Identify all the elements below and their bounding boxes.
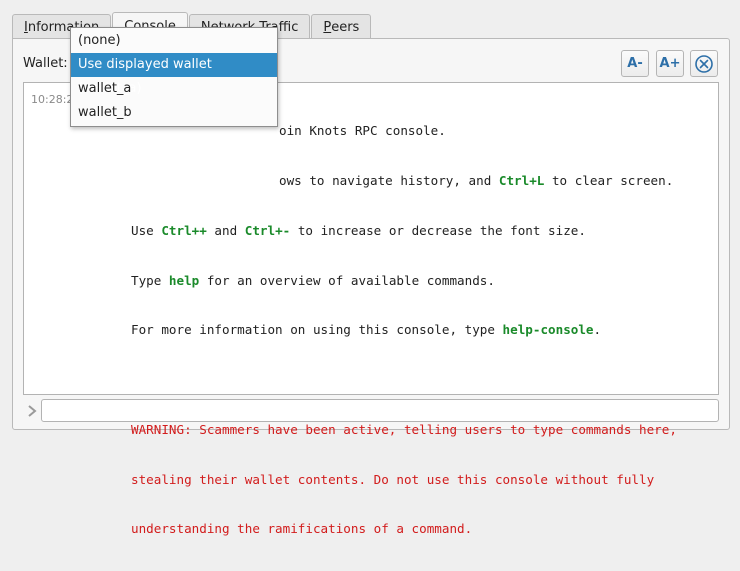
chevron-right-icon [28,405,37,417]
decrease-font-button[interactable]: A- [621,50,649,77]
welcome-line-3: Use Ctrl++ and Ctrl+- to increase or dec… [131,222,586,238]
clear-console-button[interactable] [690,50,718,77]
command-input[interactable] [41,399,719,422]
wallet-label: Wallet: [23,56,68,71]
circle-x-icon [695,54,713,73]
tab-peers-label: eers [331,19,360,35]
wallet-option-wallet-b[interactable]: wallet_b [71,101,277,125]
increase-font-button[interactable]: A+ [656,50,684,77]
welcome-message: oin Knots RPC console. ows to navigate h… [131,90,677,571]
console-output[interactable]: 10:28:2 oin Knots RPC console. ows to na… [23,82,719,536]
warning-line-1: WARNING: Scammers have been active, tell… [131,421,677,437]
tab-peers-accel: P [323,19,332,35]
tab-peers[interactable]: Peers [311,14,372,39]
message-timestamp: 10:28:2 [31,93,74,106]
wallet-option-wallet-a[interactable]: wallet_a [71,77,277,101]
welcome-line-5: For more information on using this conso… [131,322,602,338]
increase-font-label: A+ [659,56,681,71]
wallet-option-none[interactable]: (none) [71,29,277,53]
wallet-option-displayed[interactable]: Use displayed wallet (wallet_a) [71,53,277,96]
wallet-dropdown-list[interactable]: (none) Use displayed wallet (wallet_a) w… [70,27,278,127]
warning-line-2: stealing their wallet contents. Do not u… [131,471,655,487]
welcome-line-2: ows to navigate history, and Ctrl+L to c… [279,172,674,188]
warning-line-3: understanding the ramifications of a com… [131,521,473,537]
decrease-font-label: A- [627,56,643,71]
welcome-line-4: Type help for an overview of available c… [131,272,495,288]
